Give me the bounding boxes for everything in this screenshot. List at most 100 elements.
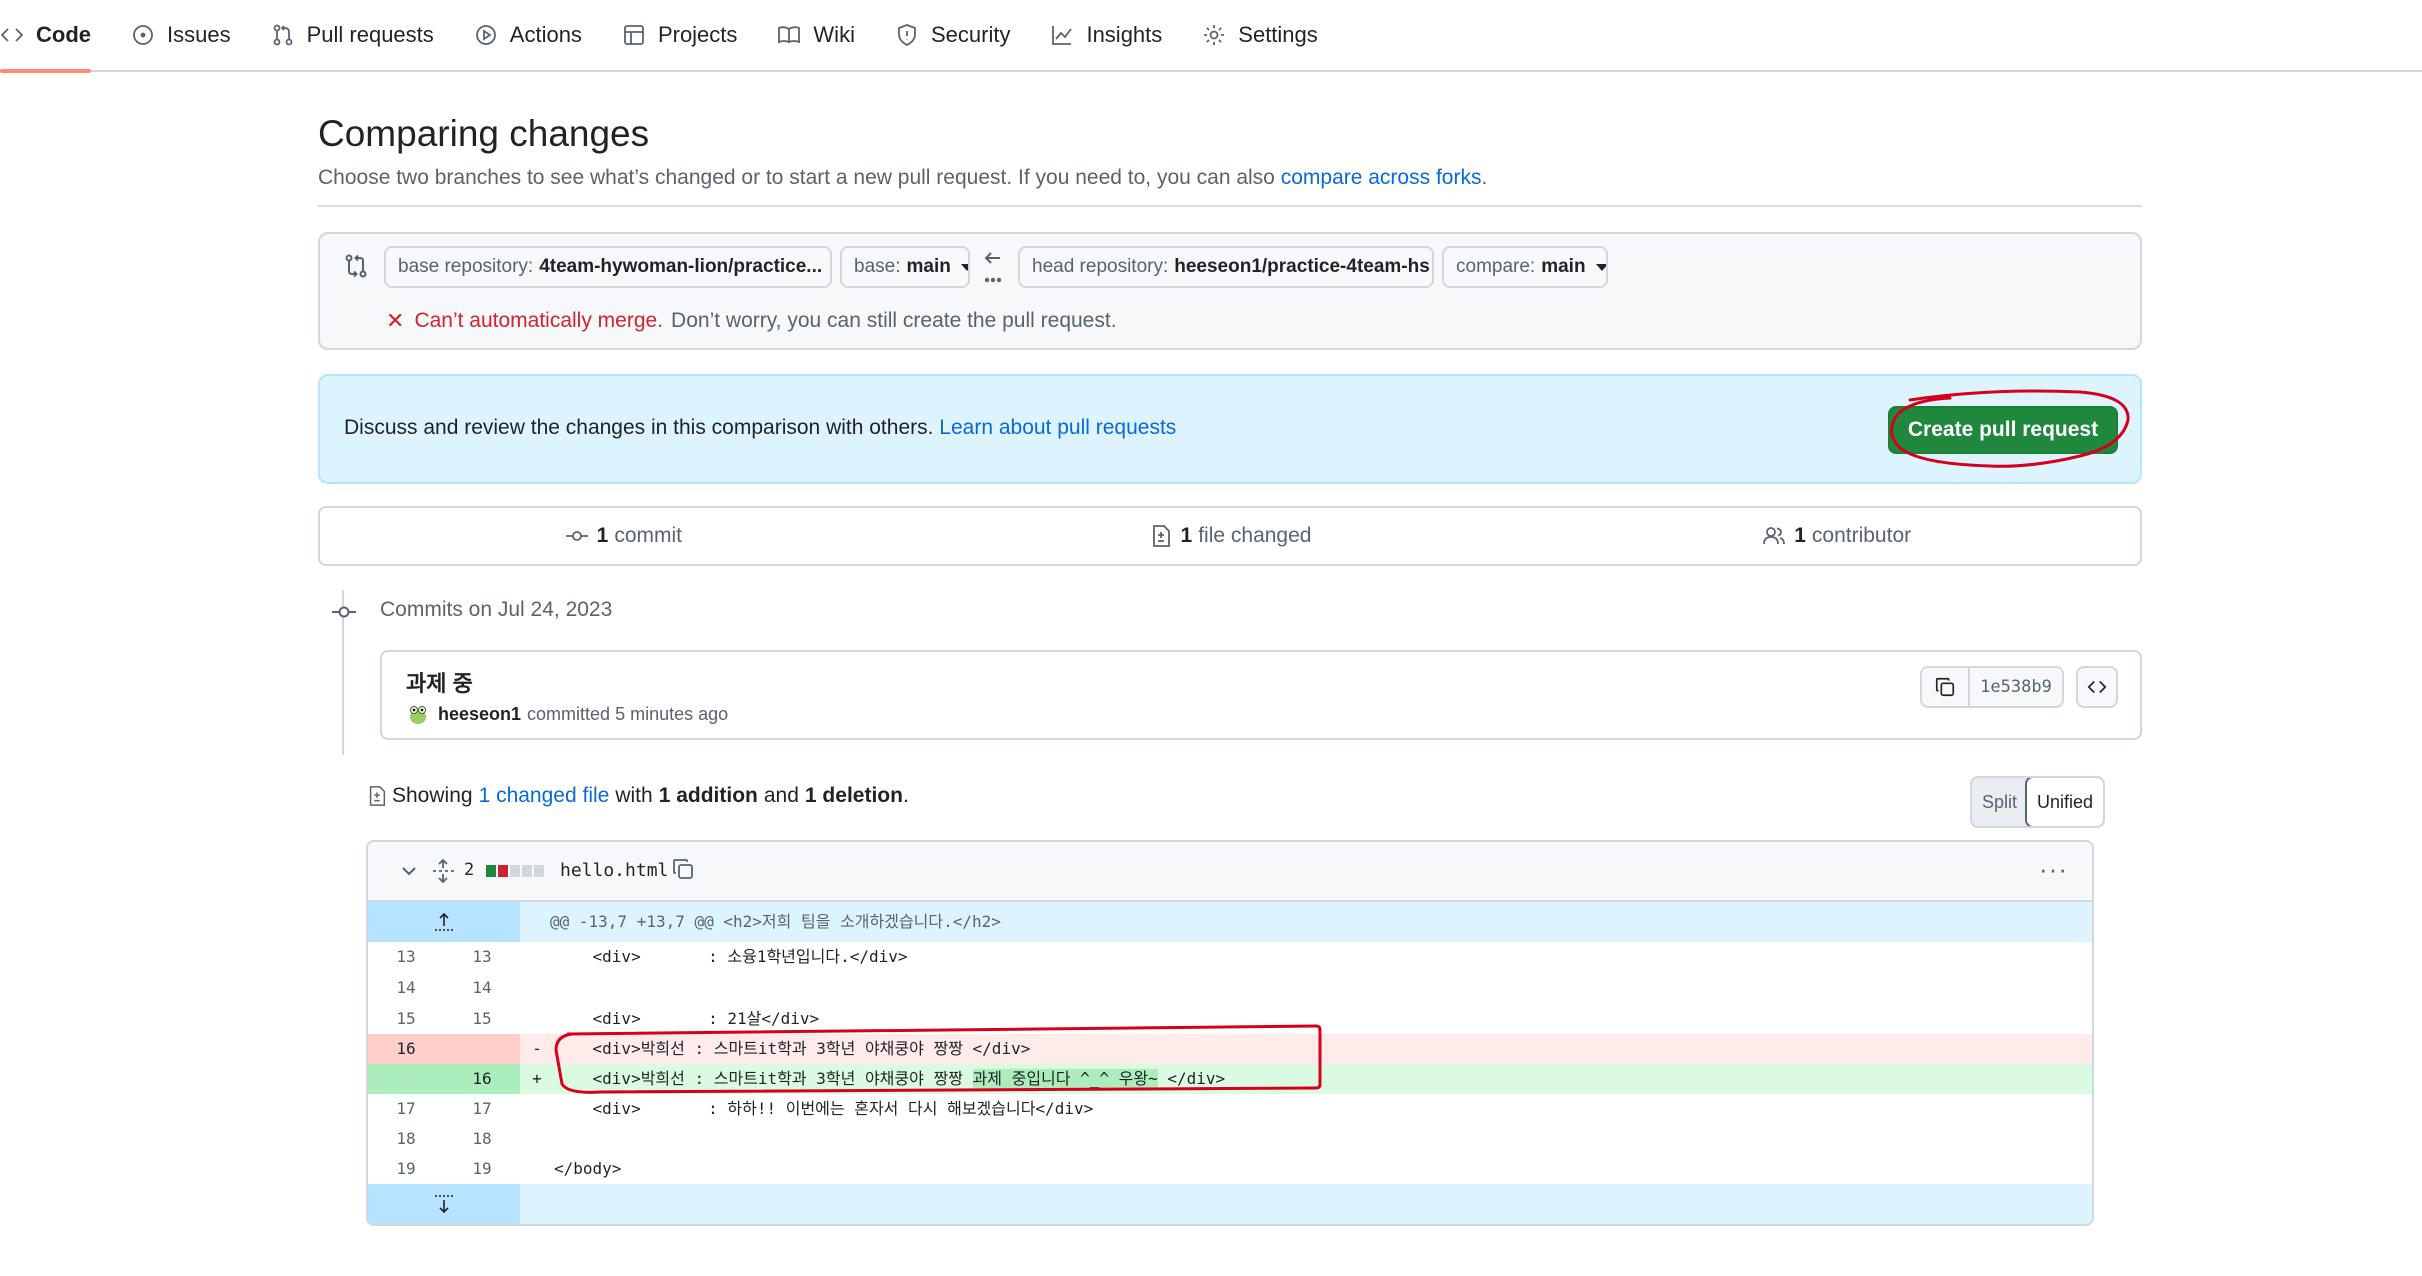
compare-branch-select[interactable]: compare: main [1442,246,1608,288]
diff-code: <div> : 소융1학년입니다.</div> [554,947,908,966]
tab-settings[interactable]: Settings [1202,0,1334,71]
changed-files-link[interactable]: 1 changed file [479,784,610,808]
merge-status: ✕ Can’t automatically merge. Don’t worry… [386,308,1117,334]
contributors-tab[interactable]: 1 contributor [1533,508,2140,564]
code-icon [2087,680,2107,694]
old-line-number[interactable]: 17 [368,1094,444,1124]
people-icon [1763,527,1786,545]
new-line-number[interactable]: 16 [444,1064,520,1094]
new-line-number[interactable]: 18 [444,1124,520,1154]
old-line-number[interactable] [368,1064,444,1094]
repo-nav: Code Issues Pull requests Actions Projec… [0,0,2422,73]
head-repository-value: heeseon1/practice-4team-hs [1174,256,1430,277]
commit-sha-link[interactable]: 1e538b9 [1970,666,2064,708]
new-line-number[interactable]: 17 [444,1094,520,1124]
diff-line: 17 17 <div> : 하하!! 이번에는 혼자서 다시 해보겠습니다</d… [368,1094,2092,1124]
tab-issues[interactable]: Issues [131,0,247,71]
file-name[interactable]: hello.html [560,860,668,881]
arrow-left-icon [984,252,1002,283]
deletions-count: 1 deletion [804,784,903,807]
learn-about-pull-requests-link[interactable]: Learn about pull requests [939,416,1176,439]
unified-view-button[interactable]: Unified [2025,778,2104,826]
code-icon [0,28,24,42]
old-line-number[interactable]: 14 [368,972,444,1004]
base-branch-select[interactable]: base: main [840,246,970,288]
additions-count: 1 addition [658,784,758,807]
old-line-number[interactable]: 15 [368,1004,444,1034]
diff-line: 15 15 <div> : 21살</div> [368,1004,2092,1034]
hunk-header: @@ -13,7 +13,7 @@ <h2>저희 팀을 소개하겠습니다.</h2… [550,912,1001,931]
old-line-number[interactable]: 13 [368,942,444,972]
copy-icon [1935,677,1955,697]
tab-insights[interactable]: Insights [1050,0,1178,71]
new-line-number[interactable]: 19 [444,1154,520,1184]
expand-up-icon [435,912,453,931]
tab-security[interactable]: Security [895,0,1026,71]
shield-icon [898,24,916,47]
header-divider [318,205,2142,207]
merge-status-note: Don’t worry, you can still create the pu… [671,309,1117,332]
old-line-number[interactable]: 19 [368,1154,444,1184]
kebab-menu-icon[interactable]: ··· [2039,856,2068,882]
split-view-button[interactable]: Split [1972,778,2027,826]
copy-sha-button[interactable] [1920,666,1970,708]
diff-sign [520,1004,554,1034]
diff-code: <div>박희선 : 스마트it학과 3학년 야채쿵야 짱짱 </div> [554,1039,1031,1058]
browse-repo-button[interactable] [2076,666,2118,708]
diffstat-add-block [486,865,496,877]
new-line-number[interactable]: 13 [444,942,520,972]
chevron-down-icon[interactable] [398,860,420,882]
tab-code[interactable]: Code [0,0,107,73]
tab-pull-requests[interactable]: Pull requests [271,0,450,71]
new-line-number[interactable] [444,1034,520,1064]
base-repository-select[interactable]: base repository: 4team-hywoman-lion/prac… [384,246,832,288]
diff-table: @@ -13,7 +13,7 @@ <h2>저희 팀을 소개하겠습니다.</h2… [368,902,2092,1224]
new-line-number[interactable]: 15 [444,1004,520,1034]
diff-sign [520,1124,554,1154]
create-pull-request-button[interactable]: Create pull request [1888,406,2118,454]
avatar[interactable] [406,702,430,726]
commits-tab[interactable]: 1 commit [320,508,927,564]
old-line-number[interactable]: 18 [368,1124,444,1154]
file-header: 2 hello.html ··· [368,842,2092,902]
compare-across-forks-link[interactable]: compare across forks [1281,166,1482,189]
diff-stats-and: and [763,784,799,807]
page-title: Comparing changes [318,113,650,154]
graph-icon [1052,26,1073,45]
tab-actions[interactable]: Actions [474,0,598,71]
commit-icon [332,606,356,618]
tab-pull-requests-label: Pull requests [306,22,434,47]
compare-summary: 1 commit 1 file changed 1 contributor [318,506,2142,566]
new-line-number[interactable]: 14 [444,972,520,1004]
file-change-count: 2 [464,860,475,880]
expand-down-button[interactable] [368,1184,520,1224]
file-diff-icon [369,786,386,806]
tab-wiki[interactable]: Wiki [777,0,871,71]
diff-stats-end: . [902,784,909,807]
page-subtitle-text: Choose two branches to see what’s change… [318,166,1275,189]
pull-request-icon [273,24,292,46]
expand-footer-fill [520,1184,2092,1224]
copy-icon[interactable] [670,856,696,882]
diffstat-neutral-block [522,865,532,877]
book-icon [778,26,801,44]
base-repository-value: 4team-hywoman-lion/practice... [539,256,823,277]
diff-sign [520,1094,554,1124]
commit-author[interactable]: heeseon1 [438,704,521,725]
diff-stats-with: with [615,784,653,807]
commit-title[interactable]: 과제 중 [406,666,473,698]
table-icon [624,25,644,45]
tab-actions-label: Actions [509,22,582,47]
tab-code-label: Code [36,22,91,47]
diff-sign [520,972,554,1004]
unfold-icon[interactable] [430,858,456,884]
files-changed-tab[interactable]: 1 file changed [927,508,1534,564]
old-line-number[interactable]: 16 [368,1034,444,1064]
expand-up-button[interactable] [368,902,520,942]
diff-code: <div> : 21살</div> [554,1009,820,1028]
head-repository-select[interactable]: head repository: heeseon1/practice-4team… [1018,246,1434,288]
diff-code: <div> : 하하!! 이번에는 혼자서 다시 해보겠습니다</div> [554,1099,1094,1118]
commit-meta: heeseon1 committed 5 minutes ago [406,702,728,726]
tab-security-label: Security [930,22,1011,47]
tab-projects[interactable]: Projects [622,0,753,71]
